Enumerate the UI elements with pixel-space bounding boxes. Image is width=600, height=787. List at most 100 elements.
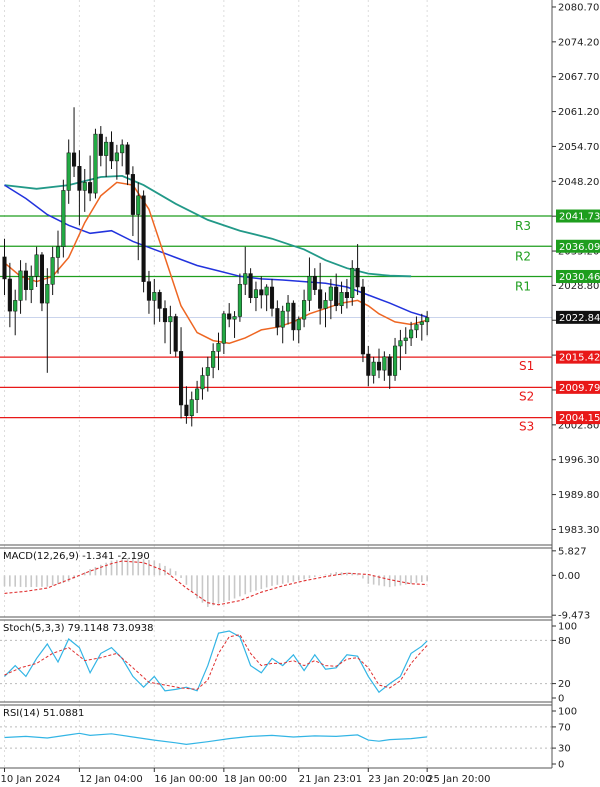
candle-body — [248, 273, 253, 298]
candle-body — [334, 286, 339, 307]
candle-body — [419, 321, 424, 325]
candle-body — [280, 310, 285, 328]
level-name-r1: R1 — [515, 279, 531, 293]
y-tick-label: 1989.80 — [558, 490, 599, 501]
candle-body — [23, 270, 28, 290]
candle-body — [205, 367, 210, 376]
candle-body — [221, 313, 226, 344]
candle-body — [403, 337, 408, 341]
candle-body — [195, 388, 200, 400]
candle-body — [18, 270, 23, 301]
candle-body — [7, 278, 12, 312]
macd-label: MACD(12,26,9) -1.341 -2.190 — [3, 551, 150, 562]
candle-body — [168, 316, 173, 323]
y-tick-label: 2074.20 — [558, 37, 599, 48]
candle-body — [55, 246, 61, 258]
candle-body — [286, 302, 291, 312]
macd-tick-label: -9.473 — [558, 611, 590, 622]
candle-body — [162, 308, 168, 323]
x-tick-label: 25 Jan 20:00 — [427, 774, 490, 785]
y-tick-label: 2048.20 — [558, 177, 599, 188]
candle-body — [211, 351, 216, 368]
level-tag-s3: 2004.15 — [559, 413, 600, 424]
stoch-tick-label: 20 — [558, 679, 571, 690]
candle-body — [152, 292, 157, 301]
candle-body — [125, 144, 130, 175]
macd-tick-label: 0.00 — [558, 571, 580, 582]
x-tick-label: 21 Jan 23:01 — [299, 774, 362, 785]
rsi-tick-label: 30 — [558, 744, 571, 755]
level-name-r2: R2 — [515, 249, 531, 263]
candle-body — [72, 152, 77, 167]
candle-body — [264, 286, 269, 296]
y-tick-label: 1983.30 — [558, 525, 599, 536]
candle-body — [184, 404, 189, 416]
candle-body — [179, 351, 184, 406]
candle-body — [232, 316, 237, 320]
stoch-tick-label: 0 — [558, 694, 564, 705]
candle-body — [344, 292, 349, 298]
candle-body — [302, 300, 307, 320]
level-name-r3: R3 — [515, 219, 531, 233]
x-tick-label: 12 Jan 04:00 — [79, 774, 142, 785]
candle-body — [425, 317, 430, 323]
candle-body — [114, 152, 119, 162]
candle-body — [323, 300, 328, 309]
candle-body — [355, 267, 360, 288]
candle-body — [360, 286, 365, 355]
rsi-tick-label: 100 — [558, 707, 577, 718]
x-tick-label: 10 Jan 2024 — [1, 774, 61, 785]
candle-body — [307, 276, 312, 301]
candle-body — [146, 281, 151, 301]
rsi-tick-label: 0 — [558, 760, 564, 771]
candle-body — [173, 316, 178, 352]
candle-body — [371, 361, 376, 376]
candle-body — [82, 182, 87, 191]
rsi-label: RSI(14) 51.0881 — [3, 708, 84, 719]
candle-body — [409, 329, 414, 339]
level-tag-r1: 2030.46 — [559, 272, 600, 283]
candle-body — [141, 195, 146, 282]
candle-body — [296, 318, 301, 331]
rsi-tick-label: 70 — [558, 722, 571, 733]
candle-body — [366, 353, 371, 376]
candle-body — [200, 375, 205, 390]
candle-body — [393, 345, 398, 376]
candle-body — [13, 300, 18, 312]
candle-body — [61, 190, 66, 248]
candle-body — [376, 361, 382, 371]
candle-body — [104, 141, 109, 156]
candle-body — [398, 340, 403, 347]
candle-body — [291, 302, 296, 331]
candle-body — [227, 313, 232, 320]
y-tick-label: 2054.70 — [558, 142, 599, 153]
level-name-s3: S3 — [519, 420, 534, 434]
candle-body — [98, 133, 103, 156]
candle-body — [243, 273, 248, 285]
candle-body — [50, 257, 55, 285]
level-tag-r3: 2041.73 — [559, 212, 600, 223]
candle-body — [29, 276, 34, 290]
candle-body — [253, 289, 258, 298]
candle-body — [328, 286, 333, 301]
price-chart: R3 R2 R1 S1 S2 S3 2080.70 2074.20 2067.70 2061.2… — [0, 0, 600, 787]
candle-body — [66, 152, 71, 191]
candle-body — [88, 182, 93, 194]
candle-body — [312, 276, 317, 290]
x-tick-label: 16 Jan 00:00 — [154, 774, 217, 785]
candle-body — [189, 399, 194, 416]
candle-body — [136, 195, 141, 215]
last-price-tag: 2022.84 — [559, 313, 600, 324]
candle-body — [339, 292, 344, 307]
y-tick-label: 2067.70 — [558, 72, 599, 83]
candle-body — [275, 308, 280, 328]
candle-body — [318, 289, 323, 309]
candle-body — [259, 289, 264, 296]
macd-tick-label: 5.827 — [558, 546, 587, 557]
level-tag-s1: 2015.42 — [559, 353, 600, 364]
candle-body — [382, 356, 387, 371]
candle-body — [2, 256, 7, 280]
level-tags: 2041.73 2036.09 2030.46 2015.42 2009.79 2004.… — [556, 209, 600, 425]
candle-body — [237, 284, 242, 317]
stoch-tick-label: 80 — [558, 636, 571, 647]
